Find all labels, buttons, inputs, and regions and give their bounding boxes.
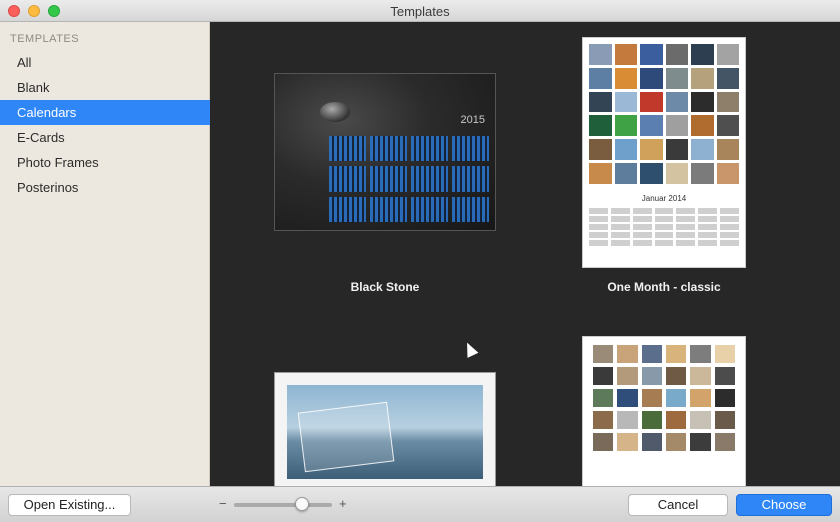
sidebar-header: TEMPLATES [10,33,80,45]
sidebar-item-posterinos[interactable]: Posterinos [0,175,210,200]
sidebar-item-calendars[interactable]: Calendars [0,100,210,125]
sidebar-item-blank[interactable]: Blank [0,75,210,100]
calendar-month-grid [329,136,489,222]
month-title: Januar 2014 [641,194,687,203]
sidebar-item-photo-frames[interactable]: Photo Frames [0,150,210,175]
choose-button[interactable]: Choose [736,494,832,516]
template-thumbnail-black-stone[interactable]: 2015 [274,73,496,231]
month-calendar-grid [589,208,739,246]
calendar-year: 2015 [460,114,485,126]
window-title: Templates [390,4,450,19]
title-bar: Templates [0,0,840,22]
stone-image [320,102,350,122]
zoom-slider[interactable] [234,503,332,507]
sidebar-item-ecards[interactable]: E-Cards [0,125,210,150]
mouse-cursor-icon [461,340,479,358]
open-existing-button[interactable]: Open Existing... [8,494,131,516]
cancel-button[interactable]: Cancel [628,494,728,516]
sidebar-item-all[interactable]: All [0,50,210,75]
bottom-toolbar: Open Existing... − + Cancel Choose [0,486,840,522]
template-thumbnail-photo-collage[interactable] [582,336,746,486]
zoom-in-icon[interactable]: + [339,496,347,511]
template-gallery: 2015 Black Stone Januar 2014 One Month -… [211,22,840,486]
template-thumbnail-one-month-classic[interactable]: Januar 2014 [582,37,746,268]
lake-photo [287,385,483,479]
template-label-one-month-classic[interactable]: One Month - classic [544,280,784,294]
sidebar: TEMPLATES All Blank Calendars E-Cards Ph… [0,22,210,486]
template-thumbnail-lake-calendar[interactable] [274,372,496,486]
templates-window: Templates TEMPLATES All Blank Calendars … [0,0,840,522]
template-label-black-stone[interactable]: Black Stone [265,280,505,294]
zoom-out-icon[interactable]: − [219,496,227,511]
collage-photo-grid [593,345,735,451]
calendar-overlay-card [297,401,395,473]
zoom-slider-handle[interactable] [295,497,309,511]
photo-grid [589,44,739,184]
